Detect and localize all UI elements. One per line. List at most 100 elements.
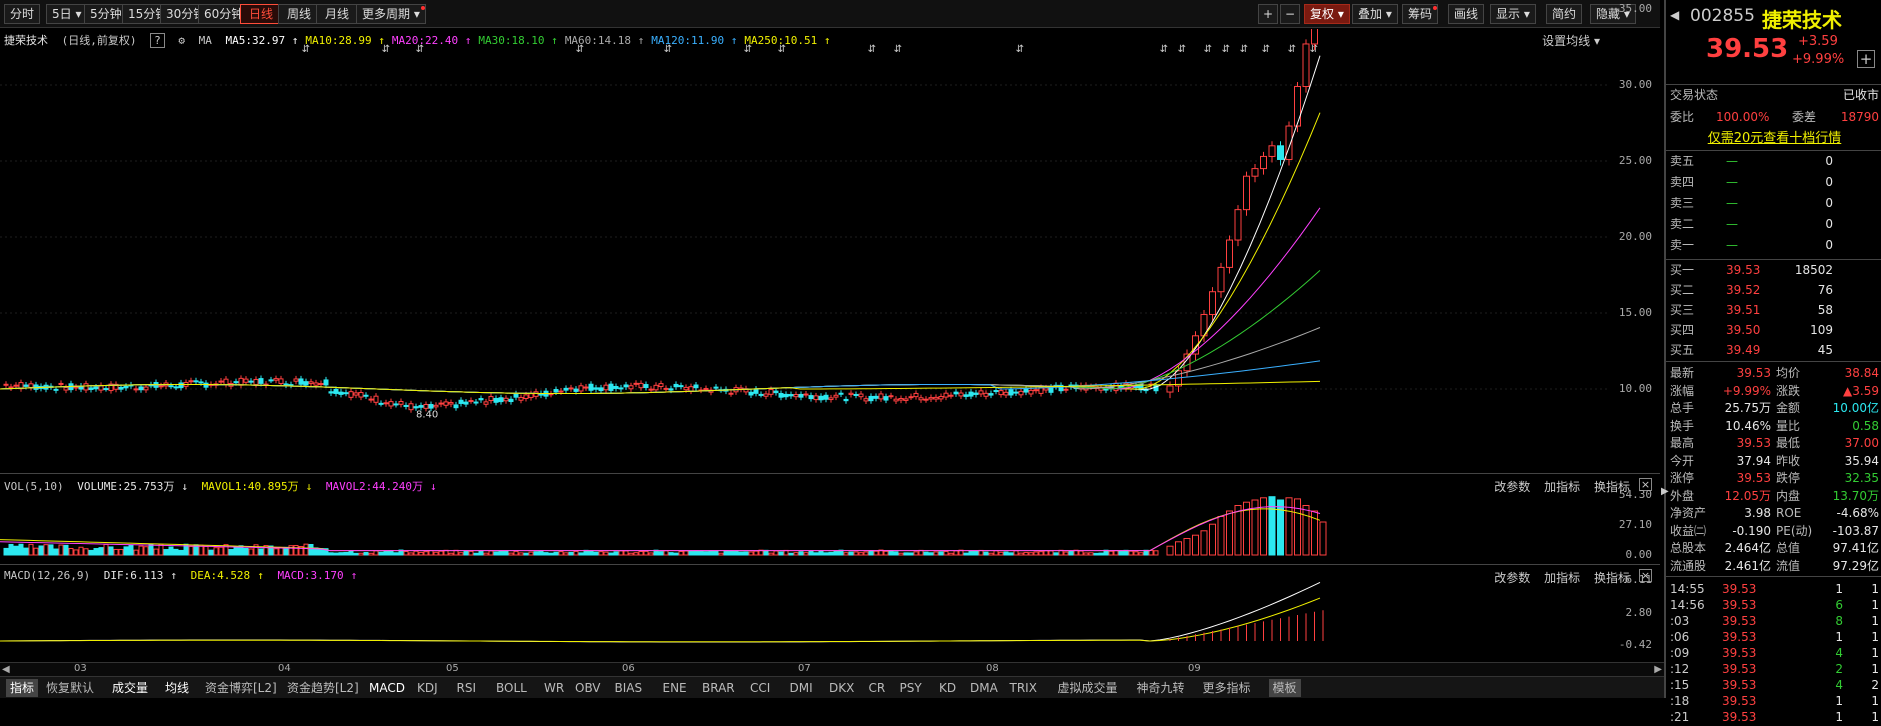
price-tick-label: 30.00: [1618, 78, 1652, 91]
simple-mode-button[interactable]: 简约: [1546, 4, 1583, 24]
volume-bar: [128, 544, 134, 556]
volume-bar: [13, 545, 19, 556]
indicator-tab-6[interactable]: MACD: [369, 679, 405, 697]
indicator-tab-26[interactable]: 模板: [1268, 679, 1301, 697]
bid-row[interactable]: 买三 39.51 58: [1666, 301, 1881, 319]
indicator-tab-20[interactable]: KD: [939, 679, 956, 697]
volume-bar: [423, 551, 429, 556]
indicator-tab-5[interactable]: 资金趋势[L2]: [287, 679, 359, 697]
indicator-tab-24[interactable]: 神奇九转: [1137, 679, 1185, 697]
indicator-tab-12[interactable]: BIAS: [615, 679, 643, 697]
volume-bar: [978, 549, 984, 556]
indicator-tab-9[interactable]: BOLL: [496, 679, 527, 697]
candle: [298, 378, 304, 385]
ask-row[interactable]: 卖五 — 0: [1666, 152, 1881, 170]
indicator-tab-21[interactable]: DMA: [970, 679, 998, 697]
indicator-tab-2[interactable]: 成交量: [112, 679, 148, 697]
chips-button[interactable]: 筹码: [1402, 4, 1439, 24]
candle: [638, 382, 644, 389]
volume-bar: [643, 550, 649, 556]
draw-line-button[interactable]: 画线: [1448, 4, 1485, 24]
period-tab-daily[interactable]: 日线: [240, 4, 283, 24]
bid-row[interactable]: 买二 39.52 76: [1666, 281, 1881, 299]
indicator-tab-11[interactable]: OBV: [575, 679, 601, 697]
scroll-left-icon[interactable]: ◀: [2, 664, 10, 675]
volume-bar: [718, 552, 724, 556]
ask-row[interactable]: 卖二 — 0: [1666, 215, 1881, 233]
volume-bar: [1098, 552, 1104, 556]
volume-bar: [1192, 534, 1199, 556]
candle: [578, 385, 584, 392]
add-watchlist-button[interactable]: +: [1857, 50, 1875, 68]
indicator-tab-23[interactable]: 虚拟成交量: [1058, 679, 1118, 697]
candle: [203, 382, 209, 388]
indicator-tab-15[interactable]: CCI: [750, 679, 770, 697]
stats-value: 12.05万: [1724, 488, 1771, 503]
indicator-tab-16[interactable]: DMI: [790, 679, 813, 697]
time-axis-label: 05: [446, 663, 459, 674]
bid-row[interactable]: 买四 39.50 109: [1666, 321, 1881, 339]
bid-row[interactable]: 买五 39.49 45: [1666, 341, 1881, 359]
overlay-dropdown[interactable]: 叠加 ▾: [1352, 4, 1398, 24]
ask-row[interactable]: 卖四 — 0: [1666, 173, 1881, 191]
indicator-tab-14[interactable]: BRAR: [702, 679, 735, 697]
kline-chart[interactable]: ⇵⇵⇵⇵⇵⇵⇵⇵⇵⇵⇵⇵⇵⇵⇵⇵⇵⇵39.538.40: [0, 29, 1660, 474]
period-tab-weekly[interactable]: 周线: [278, 4, 321, 24]
ask-row[interactable]: 卖三 — 0: [1666, 194, 1881, 212]
book-price: 39.49: [1726, 343, 1761, 357]
macd-chart[interactable]: [0, 566, 1660, 662]
candle: [1166, 385, 1174, 393]
candle: [913, 392, 919, 398]
volume-bar: [28, 543, 34, 556]
display-dropdown[interactable]: 显示 ▾: [1490, 4, 1536, 24]
price-tick-label: 35.00: [1618, 2, 1652, 15]
ask-row[interactable]: 卖一 — 0: [1666, 236, 1881, 254]
indicator-tab-22[interactable]: TRIX: [1010, 679, 1037, 697]
notify-dot-icon: [420, 6, 425, 10]
prev-stock-icon[interactable]: ◀: [1670, 8, 1679, 22]
volume-bar: [533, 551, 539, 556]
period-tab-fenshi[interactable]: 分时: [4, 4, 41, 24]
indicator-tab-0[interactable]: 指标: [6, 679, 39, 697]
volume-bar: [418, 551, 424, 556]
candle: [823, 394, 829, 400]
weicha-label: 委差: [1792, 110, 1817, 124]
indicator-tab-25[interactable]: 更多指标: [1203, 679, 1251, 697]
level2-promo-link[interactable]: 仅需20元查看十档行情: [1666, 130, 1881, 148]
candle: [593, 387, 599, 390]
indicator-tab-4[interactable]: 资金博弈[L2]: [205, 679, 277, 697]
zoom-out-button[interactable]: −: [1280, 4, 1301, 24]
stats-label: 内盘: [1776, 488, 1801, 503]
volume-bar: [548, 552, 554, 556]
candle: [233, 381, 239, 384]
stats-label: 总值: [1776, 541, 1801, 555]
scroll-right-icon[interactable]: ▶: [1654, 664, 1662, 675]
volume-chart[interactable]: [0, 475, 1660, 565]
adjust-dropdown[interactable]: 复权 ▾: [1304, 4, 1350, 24]
indicator-tab-13[interactable]: ENE: [663, 679, 687, 697]
bid-row[interactable]: 买一 39.53 18502: [1666, 261, 1881, 279]
volume-bar: [953, 550, 959, 556]
volume-bar: [568, 551, 574, 556]
volume-bar: [798, 551, 804, 556]
indicator-tab-1[interactable]: 恢复默认: [46, 679, 94, 697]
indicator-tab-17[interactable]: DKX: [829, 679, 854, 697]
indicator-tab-3[interactable]: 均线: [165, 679, 189, 697]
indicator-tab-8[interactable]: RSI: [457, 679, 477, 697]
candle: [763, 393, 769, 397]
zoom-in-button[interactable]: +: [1258, 4, 1279, 24]
book-volume: 0: [1825, 196, 1833, 210]
stats-row: 最新 39.53 均价 38.84: [1666, 364, 1881, 382]
collapse-panel-icon[interactable]: ▶: [1661, 486, 1669, 497]
more-periods-dropdown[interactable]: 更多周期 ▾: [356, 4, 426, 24]
indicator-tab-10[interactable]: WR: [544, 679, 564, 697]
volume-bar: [378, 551, 384, 556]
period-tab-5day[interactable]: 5日 ▾: [46, 4, 88, 24]
volume-bar: [538, 550, 544, 556]
indicator-tab-18[interactable]: CR: [869, 679, 886, 697]
period-tab-monthly[interactable]: 月线: [316, 4, 359, 24]
volume-bar: [508, 552, 514, 556]
candle: [383, 402, 389, 405]
indicator-tab-19[interactable]: PSY: [900, 679, 922, 697]
indicator-tab-7[interactable]: KDJ: [417, 679, 438, 697]
